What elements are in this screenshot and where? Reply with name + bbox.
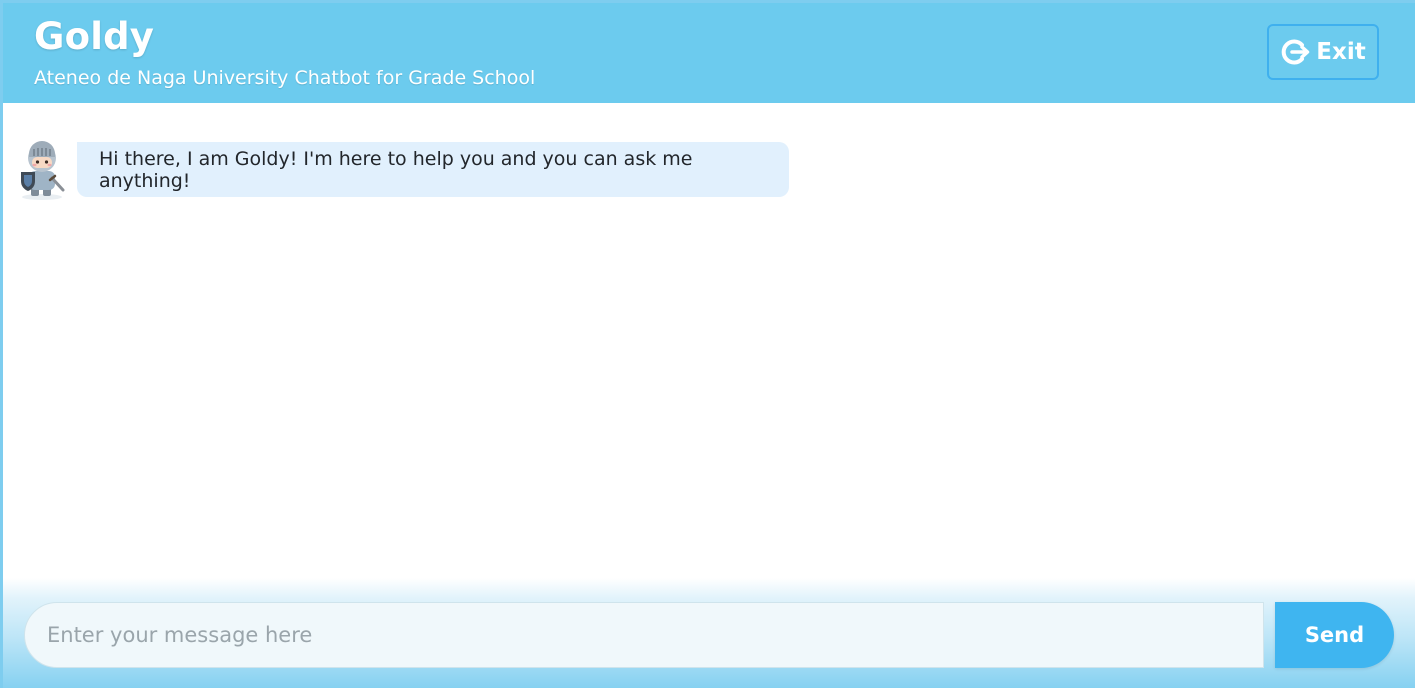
app-header: Goldy Ateneo de Naga University Chatbot … [3,3,1415,103]
logout-icon [1280,37,1310,67]
app-title: Goldy [34,15,155,58]
send-button[interactable]: Send [1275,602,1394,668]
chat-window: Goldy Ateneo de Naga University Chatbot … [3,3,1415,688]
exit-label: Exit [1316,39,1366,65]
bot-message-bubble: Hi there, I am Goldy! I'm here to help y… [77,142,789,197]
app-subtitle: Ateneo de Naga University Chatbot for Gr… [34,67,536,89]
knight-avatar-icon [16,140,68,200]
message-list: Hi there, I am Goldy! I'm here to help y… [3,103,1415,583]
bot-message-text: Hi there, I am Goldy! I'm here to help y… [99,147,693,192]
message-input[interactable] [24,602,1264,668]
exit-button[interactable]: Exit [1267,24,1379,80]
composer-bar: Send [3,578,1415,688]
